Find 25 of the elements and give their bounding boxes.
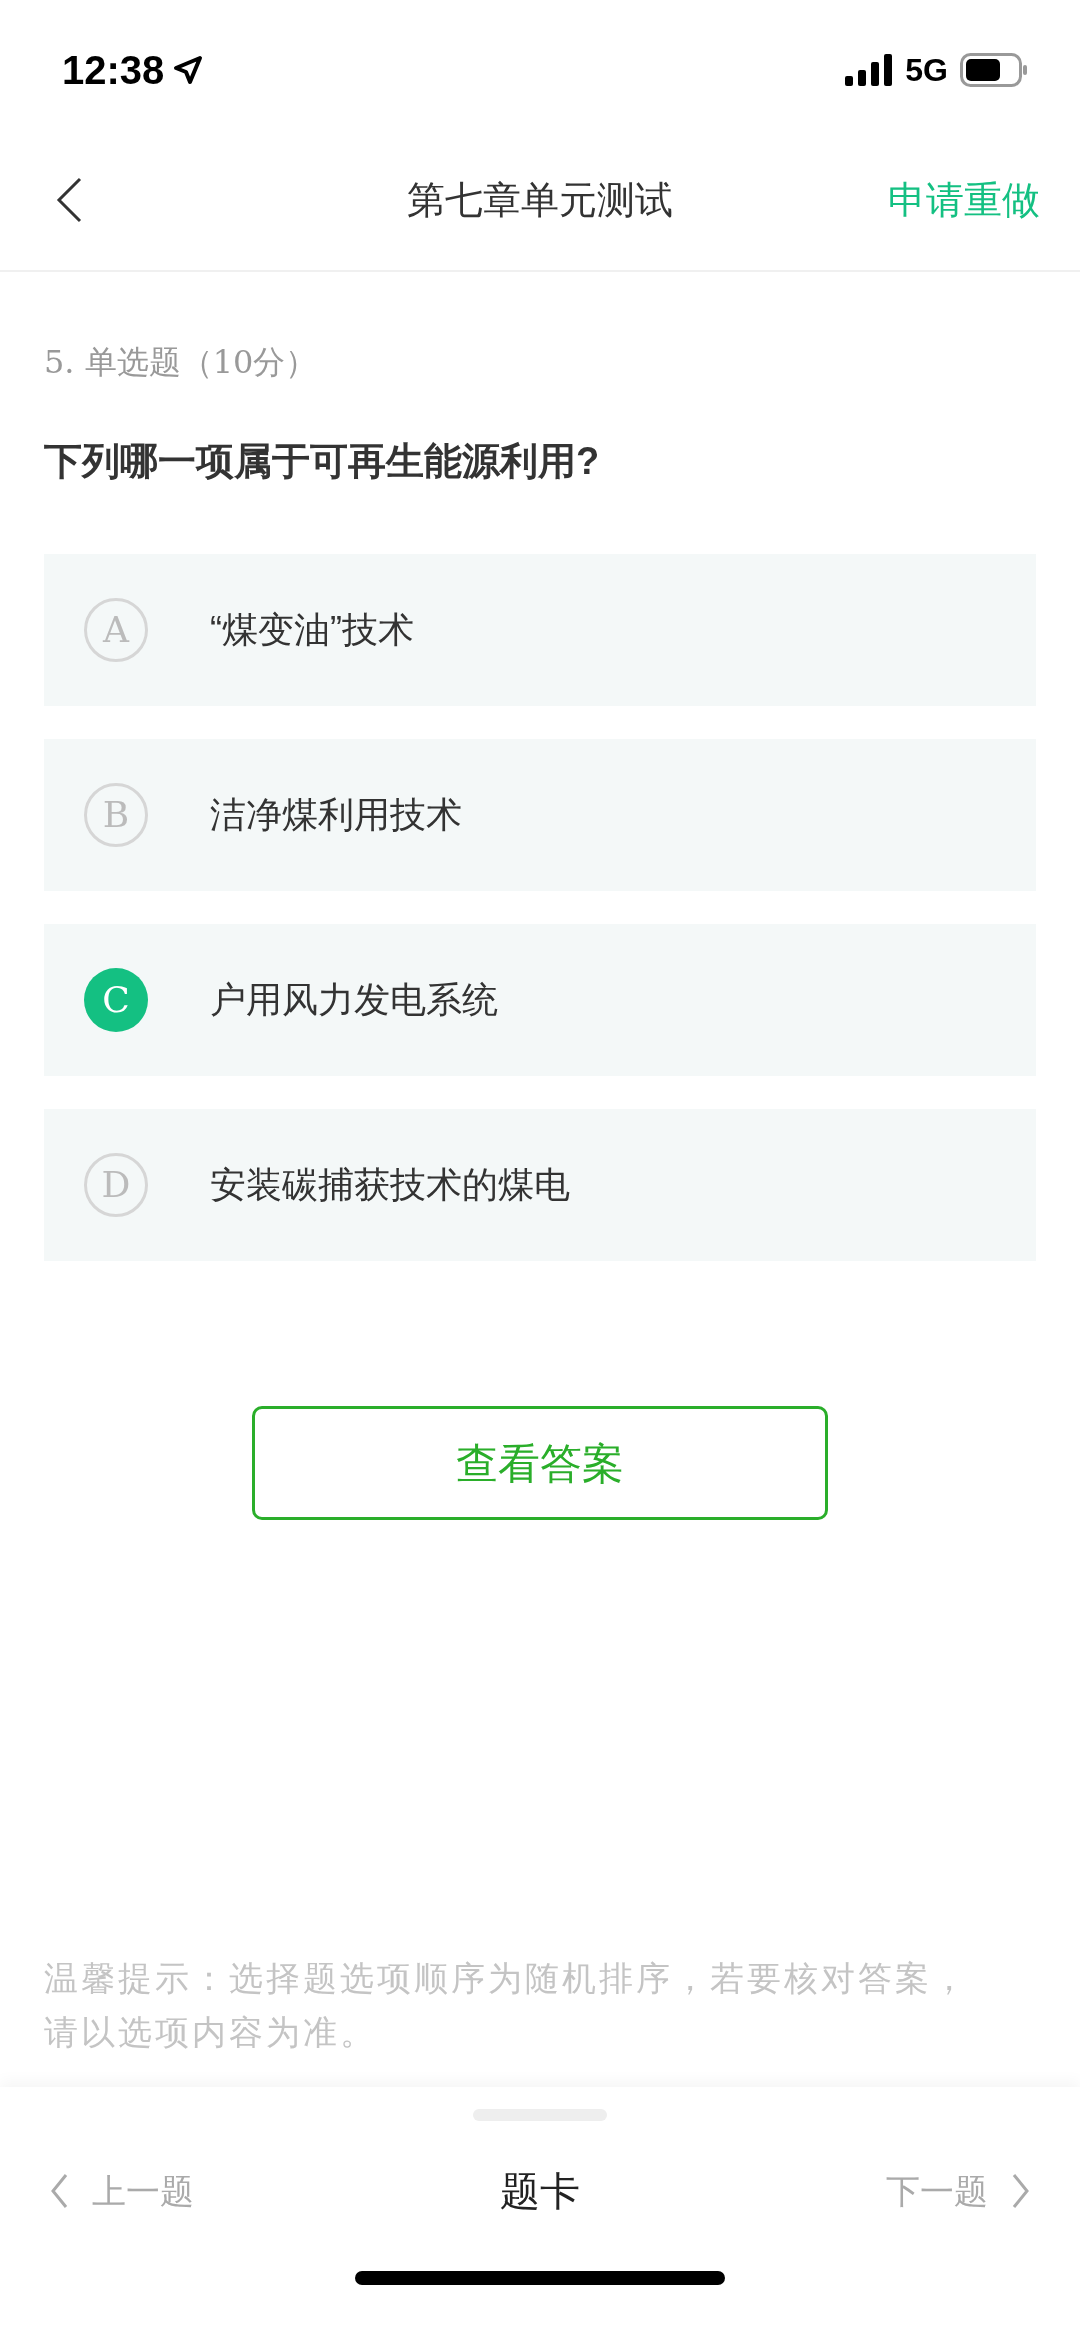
option-letter: B xyxy=(84,783,148,847)
option-letter: D xyxy=(84,1153,148,1217)
chevron-right-icon xyxy=(1012,2173,1030,2209)
question-text: 下列哪一项属于可再生能源利用? xyxy=(44,439,601,484)
option-letter: C xyxy=(84,968,148,1032)
answer-option[interactable]: C 户用风力发电系统 xyxy=(44,924,1036,1076)
battery-icon xyxy=(960,53,1028,87)
status-time: 12:38 xyxy=(62,47,165,94)
option-text: 洁净煤利用技术 xyxy=(210,793,462,837)
question-card-button[interactable]: 题卡 xyxy=(500,2161,580,2221)
chevron-left-icon xyxy=(50,2173,68,2209)
option-text: 安装碳捕获技术的煤电 xyxy=(210,1163,570,1207)
option-letter: A xyxy=(84,598,148,662)
option-text: “煤变油”技术 xyxy=(210,608,414,652)
answer-option[interactable]: B 洁净煤利用技术 xyxy=(44,739,1036,891)
page-title: 第七章单元测试 xyxy=(407,177,673,223)
question-meta: 5. 单选题（10分） xyxy=(44,342,319,383)
answer-option[interactable]: A “煤变油”技术 xyxy=(44,554,1036,706)
option-text: 户用风力发电系统 xyxy=(210,978,498,1022)
answer-option[interactable]: D 安装碳捕获技术的煤电 xyxy=(44,1109,1036,1261)
back-icon xyxy=(56,177,82,223)
network-label: 5G xyxy=(905,51,948,90)
signal-icon xyxy=(845,54,894,86)
hint-text: 温馨提示：选择题选项顺序为随机排序，若要核对答案，请以选项内容为准。 xyxy=(44,1958,970,2053)
location-arrow-icon xyxy=(172,54,205,86)
